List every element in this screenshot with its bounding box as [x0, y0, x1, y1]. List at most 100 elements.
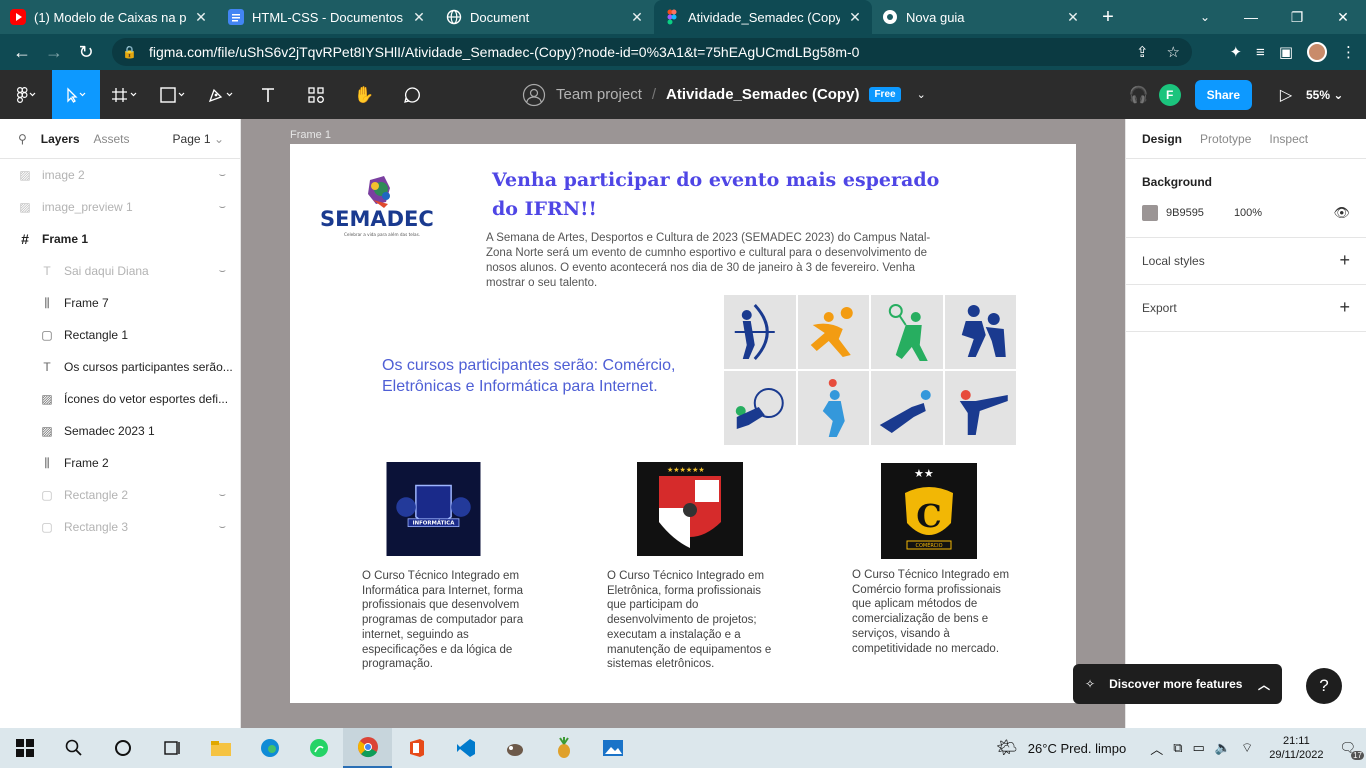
sports-icons-image[interactable] — [724, 295, 1016, 445]
tab-search-icon[interactable]: ⌄ — [1190, 0, 1220, 34]
informatica-description[interactable]: O Curso Técnico Integrado em Informática… — [362, 569, 532, 672]
tab-design[interactable]: Design — [1142, 132, 1182, 146]
menu-kebab-icon[interactable]: ⋮ — [1341, 43, 1356, 61]
meet-now-icon[interactable]: ⧉ — [1173, 740, 1182, 756]
tab-layers[interactable]: Layers — [41, 132, 80, 146]
clock[interactable]: 21:11 29/11/2022 — [1269, 734, 1323, 762]
layer-row[interactable]: ▢ Rectangle 1 — [0, 319, 240, 351]
tab-prototype[interactable]: Prototype — [1200, 132, 1251, 146]
eletronica-crest-image[interactable]: ★★★★★★ — [637, 462, 743, 556]
team-avatar-icon[interactable] — [522, 83, 546, 107]
present-play-icon[interactable]: ▷ — [1266, 85, 1306, 105]
browser-tab[interactable]: Nova guia ✕ — [872, 0, 1090, 34]
layer-row[interactable]: ⫼ Frame 2 — [0, 447, 240, 479]
close-icon[interactable]: ✕ — [412, 9, 426, 26]
close-icon[interactable]: ✕ — [194, 9, 208, 26]
wifi-icon[interactable]: ⌔ — [1241, 740, 1253, 756]
browser-tab[interactable]: HTML-CSS - Documentos Go ✕ — [218, 0, 436, 34]
hidden-eye-icon[interactable]: ⌣ — [219, 521, 226, 534]
main-menu-icon[interactable] — [0, 70, 52, 119]
browser-tab[interactable]: Document ✕ — [436, 0, 654, 34]
whatsapp-icon[interactable] — [294, 728, 343, 768]
minimize-icon[interactable]: — — [1228, 0, 1274, 34]
extensions-puzzle-icon[interactable]: ✦ — [1229, 43, 1242, 61]
shape-tool-icon[interactable] — [148, 70, 196, 119]
layer-row[interactable]: ▢ Rectangle 3 ⌣ — [0, 511, 240, 543]
chrome-taskbar-icon[interactable] — [343, 728, 392, 768]
weather-text[interactable]: 26°C Pred. limpo — [1028, 741, 1126, 756]
eletronica-description[interactable]: O Curso Técnico Integrado em Eletrônica,… — [607, 569, 775, 672]
profile-avatar[interactable] — [1307, 42, 1327, 62]
move-tool-icon[interactable] — [52, 70, 100, 119]
layer-row[interactable]: # Frame 1 — [0, 223, 240, 255]
layer-row[interactable]: ▨ image 2 ⌣ — [0, 159, 240, 191]
office-icon[interactable] — [392, 728, 441, 768]
discover-features-toast[interactable]: ✧ Discover more features ︿ — [1073, 664, 1282, 704]
pen-tool-icon[interactable] — [196, 70, 244, 119]
url-bar[interactable]: 🔒 figma.com/file/uShS6v2jTqvRPet8IYSHlI/… — [112, 38, 1192, 66]
weather-icon[interactable]: 🌤 — [996, 738, 1018, 758]
headline[interactable]: Venha participar do evento mais esperado… — [492, 166, 962, 224]
comment-tool-icon[interactable] — [388, 70, 436, 119]
hidden-eye-icon[interactable]: ⌣ — [219, 169, 226, 182]
frame-label[interactable]: Frame 1 — [290, 129, 331, 141]
chevron-up-icon[interactable]: ︿ — [1150, 739, 1163, 758]
user-avatar[interactable]: F — [1158, 83, 1181, 106]
edge-icon[interactable] — [245, 728, 294, 768]
layer-row[interactable]: T Os cursos participantes serão... — [0, 351, 240, 383]
background-opacity-input[interactable]: 100% — [1234, 207, 1262, 219]
bookmark-star-icon[interactable]: ☆ — [1167, 43, 1180, 61]
lock-icon[interactable]: 🔒 — [122, 45, 137, 59]
layer-row[interactable]: ⫼ Frame 7 — [0, 287, 240, 319]
tab-assets[interactable]: Assets — [94, 132, 130, 146]
semadec-logo[interactable]: SEMADEC Celebrar a vida para além das te… — [318, 174, 444, 244]
vscode-icon[interactable] — [441, 728, 490, 768]
text-tool-icon[interactable] — [244, 70, 292, 119]
courses-text[interactable]: Os cursos participantes serão: Comércio,… — [382, 355, 682, 397]
hidden-eye-icon[interactable]: ⌣ — [219, 265, 226, 278]
gimp-icon[interactable] — [490, 728, 539, 768]
intro-paragraph[interactable]: A Semana de Artes, Desportos e Cultura d… — [486, 231, 946, 291]
help-button[interactable]: ? — [1306, 668, 1342, 704]
zoom-dropdown[interactable]: 55% ⌄ — [1306, 88, 1366, 102]
frame-1[interactable]: SEMADEC Celebrar a vida para além das te… — [290, 144, 1076, 703]
window-close-icon[interactable]: ✕ — [1320, 0, 1366, 34]
pineapple-app-icon[interactable] — [539, 728, 588, 768]
frame-tool-icon[interactable] — [100, 70, 148, 119]
file-name[interactable]: Atividade_Semadec (Copy) — [666, 86, 859, 103]
photos-icon[interactable] — [588, 728, 637, 768]
comercio-description[interactable]: O Curso Técnico Integrado em Comércio fo… — [852, 568, 1012, 656]
new-tab-button[interactable]: + — [1090, 0, 1126, 34]
hidden-eye-icon[interactable]: ⌣ — [219, 489, 226, 502]
layer-row[interactable]: ▢ Rectangle 2 ⌣ — [0, 479, 240, 511]
forward-icon[interactable]: → — [38, 36, 70, 68]
add-export-icon[interactable]: + — [1339, 297, 1350, 318]
informatica-crest-image[interactable]: INFORMÁTICA — [386, 462, 481, 556]
close-icon[interactable]: ✕ — [1066, 9, 1080, 26]
hand-tool-icon[interactable]: ✋ — [340, 70, 388, 119]
volume-icon[interactable]: 🔈 — [1215, 740, 1231, 756]
background-color-swatch[interactable] — [1142, 205, 1158, 221]
cortana-icon[interactable] — [98, 728, 147, 768]
back-icon[interactable]: ← — [6, 36, 38, 68]
background-hex-input[interactable]: 9B9595 — [1166, 207, 1204, 219]
resources-icon[interactable] — [292, 70, 340, 119]
media-icon[interactable]: ≡ — [1256, 44, 1265, 61]
windows-start-icon[interactable] — [0, 728, 49, 768]
reload-icon[interactable]: ↻ — [70, 36, 102, 68]
layer-row[interactable]: T Sai daqui Diana ⌣ — [0, 255, 240, 287]
search-icon[interactable]: ⚲ — [18, 132, 27, 146]
restore-icon[interactable]: ❐ — [1274, 0, 1320, 34]
share-button[interactable]: Share — [1194, 79, 1252, 110]
comercio-crest-image[interactable]: ★★ C COMÉRCIO — [881, 463, 977, 559]
task-view-icon[interactable] — [147, 728, 196, 768]
layer-row[interactable]: ▨ image_preview 1 ⌣ — [0, 191, 240, 223]
hidden-eye-icon[interactable]: ⌣ — [219, 201, 226, 214]
add-style-icon[interactable]: + — [1339, 250, 1350, 271]
notification-icon[interactable]: 🗨 17 — [1339, 740, 1364, 760]
browser-tab-active[interactable]: Atividade_Semadec (Copy) – ✕ — [654, 0, 872, 34]
design-canvas[interactable]: Frame 1 SEMADEC Celebrar a vida para alé… — [241, 119, 1125, 728]
close-icon[interactable]: ✕ — [848, 9, 862, 26]
headphones-icon[interactable]: 🎧 — [1119, 85, 1159, 105]
browser-tab[interactable]: (1) Modelo de Caixas na prát ✕ — [0, 0, 218, 34]
